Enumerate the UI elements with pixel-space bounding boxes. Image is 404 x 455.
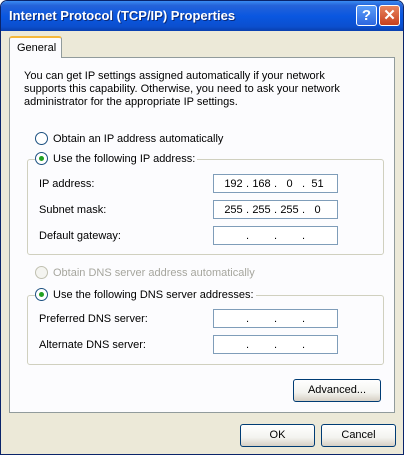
ip-octet-4: 51 — [311, 177, 324, 190]
radio-obtain-ip-auto-label: Obtain an IP address automatically — [53, 132, 224, 145]
dns-groupbox — [27, 295, 384, 365]
ok-button-label: OK — [269, 429, 286, 441]
default-gateway-label: Default gateway: — [39, 230, 121, 242]
ip-dot: . — [301, 203, 306, 216]
close-icon: ✕ — [383, 7, 396, 24]
ip-octet-3: 255 — [280, 203, 299, 216]
radio-obtain-dns-auto[interactable]: Obtain DNS server address automatically — [35, 266, 255, 279]
ip-dot: . — [245, 312, 250, 325]
ip-address-input[interactable]: 192. 168. 0. 51 — [213, 174, 338, 193]
help-button[interactable]: ? — [356, 5, 377, 26]
preferred-dns-input[interactable]: . . . — [213, 309, 338, 328]
radio-button-checked-icon — [35, 152, 48, 165]
ip-dot: . — [245, 229, 250, 242]
ip-dot: . — [273, 229, 278, 242]
dialog-window: Internet Protocol (TCP/IP) Properties ? … — [0, 0, 404, 455]
radio-use-following-ip[interactable]: Use the following IP address: — [35, 152, 198, 165]
ip-octet-4: 0 — [314, 203, 321, 216]
subnet-mask-label: Subnet mask: — [39, 204, 107, 216]
ip-dot: . — [245, 203, 250, 216]
ip-address-label: IP address: — [39, 178, 95, 190]
ip-dot: . — [301, 229, 306, 242]
tab-general-label: General — [17, 42, 57, 54]
tab-general[interactable]: General — [9, 36, 62, 58]
alternate-dns-input[interactable]: . . . — [213, 335, 338, 354]
ip-dot: . — [273, 312, 278, 325]
cancel-button[interactable]: Cancel — [321, 424, 396, 447]
help-icon: ? — [361, 7, 372, 24]
ip-dot: . — [301, 338, 306, 351]
default-gateway-input[interactable]: . . . — [213, 226, 338, 245]
ip-dot: . — [273, 203, 278, 216]
radio-button-checked-icon — [35, 288, 48, 301]
advanced-button-label: Advanced... — [307, 384, 367, 396]
ip-dot: . — [273, 338, 278, 351]
general-tab-panel: You can get IP settings assigned automat… — [9, 57, 395, 413]
ok-button[interactable]: OK — [240, 424, 315, 447]
radio-use-following-ip-label: Use the following IP address: — [53, 152, 196, 165]
ip-octet-1: 255 — [224, 203, 243, 216]
ip-dot: . — [273, 177, 278, 190]
radio-obtain-ip-auto[interactable]: Obtain an IP address automatically — [35, 132, 223, 145]
ip-octet-1: 192 — [224, 177, 243, 190]
ip-dot: . — [245, 177, 250, 190]
radio-use-following-dns[interactable]: Use the following DNS server addresses: — [35, 288, 256, 301]
preferred-dns-label: Preferred DNS server: — [39, 313, 148, 325]
cancel-button-label: Cancel — [341, 429, 376, 441]
ip-octet-3: 0 — [286, 177, 293, 190]
ip-dot: . — [245, 338, 250, 351]
radio-obtain-dns-auto-label: Obtain DNS server address automatically — [53, 266, 255, 279]
subnet-mask-input[interactable]: 255. 255. 255. 0 — [213, 200, 338, 219]
radio-button-icon — [35, 132, 48, 145]
ip-dot: . — [301, 177, 306, 190]
alternate-dns-label: Alternate DNS server: — [39, 339, 146, 351]
ip-octet-2: 255 — [252, 203, 271, 216]
advanced-button[interactable]: Advanced... — [293, 379, 381, 402]
ip-dot: . — [301, 312, 306, 325]
close-button[interactable]: ✕ — [379, 5, 400, 26]
description-text: You can get IP settings assigned automat… — [24, 70, 340, 108]
radio-button-disabled-icon — [35, 266, 48, 279]
window-title: Internet Protocol (TCP/IP) Properties — [9, 8, 236, 23]
radio-use-following-dns-label: Use the following DNS server addresses: — [53, 288, 254, 301]
ip-octet-2: 168 — [252, 177, 271, 190]
title-bar[interactable]: Internet Protocol (TCP/IP) Properties ? … — [1, 1, 403, 31]
